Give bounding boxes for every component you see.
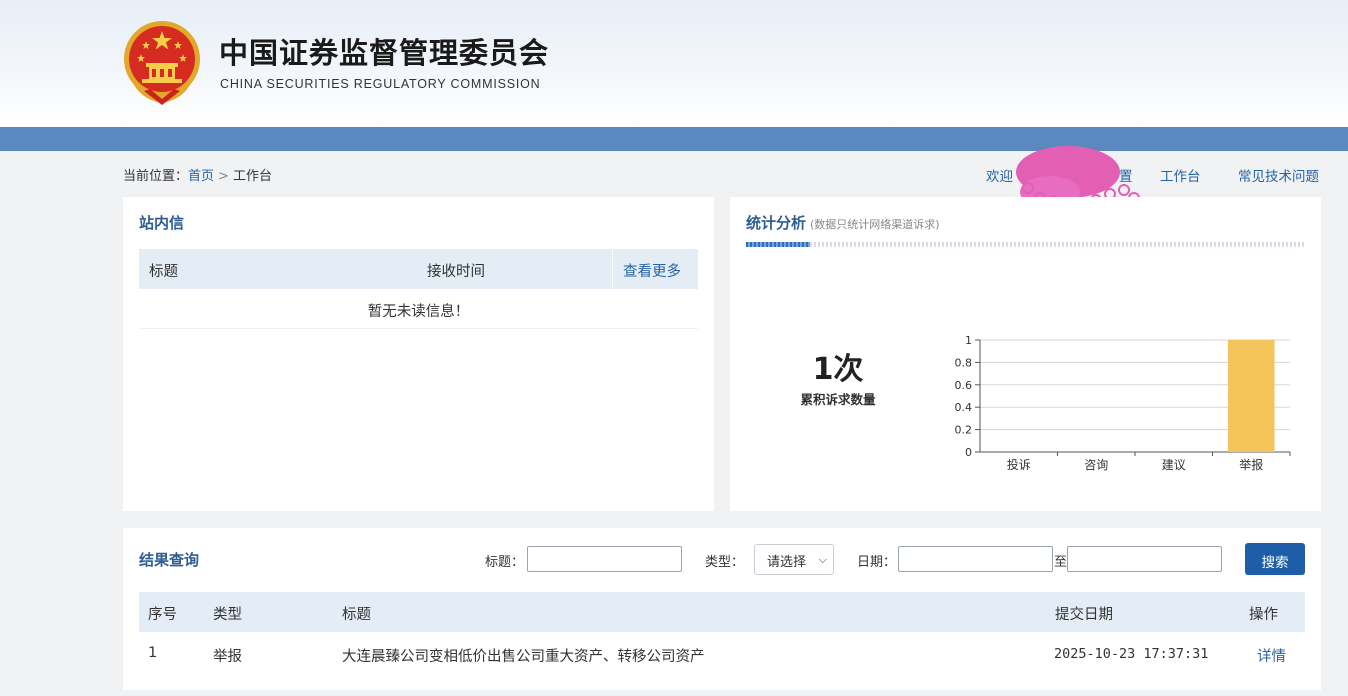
faq-link[interactable]: 常见技术问题 <box>1238 165 1319 185</box>
breadcrumb: 当前位置：首页 > 工作台 <box>123 165 272 184</box>
chart-y-tick-label: 0.4 <box>955 401 973 414</box>
messages-header-divider <box>612 249 613 289</box>
date-to-input[interactable] <box>1067 546 1222 572</box>
breadcrumb-separator: > <box>218 169 229 184</box>
results-title: 结果查询 <box>139 551 200 569</box>
chart-x-label-3: 举报 <box>1239 457 1263 472</box>
type-filter-selected: 请选择 <box>767 555 807 570</box>
date-from-input[interactable] <box>898 546 1053 572</box>
table-row: 1 举报 大连晨臻公司变相低价出售公司重大资产、转移公司资产 2025-10-2… <box>139 632 1305 676</box>
messages-panel <box>123 197 714 511</box>
results-col-date: 提交日期 <box>1055 607 1113 623</box>
messages-empty-state: 暂无未读信息！ <box>139 289 698 329</box>
row-title: 大连晨臻公司变相低价出售公司重大资产、转移公司资产 <box>342 649 705 665</box>
row-details-link[interactable]: 详情 <box>1257 645 1286 666</box>
title-filter-label: 标题： <box>485 555 525 570</box>
site-header: 中国证券监督管理委员会 CHINA SECURITIES REGULATORY … <box>0 0 1348 127</box>
chevron-down-icon: ⌵ <box>818 553 827 566</box>
messages-table-header: 标题 接收时间 查看更多 <box>139 249 698 289</box>
row-index: 1 <box>148 645 158 661</box>
chart-y-tick-label: 1 <box>965 334 972 347</box>
results-col-type: 类型 <box>213 607 242 623</box>
breadcrumb-current: 工作台 <box>232 169 272 184</box>
row-type: 举报 <box>213 649 242 665</box>
row-date: 2025-10-23 17:37:31 <box>1054 646 1209 662</box>
messages-col-title: 标题 <box>149 264 178 280</box>
chart-y-tick-label: 0.6 <box>955 379 973 392</box>
national-emblem-icon <box>124 21 200 105</box>
chart-x-label-1: 咨询 <box>1084 457 1108 472</box>
messages-title: 站内信 <box>139 214 185 232</box>
stats-title-rule <box>746 242 1305 247</box>
breadcrumb-home-link[interactable]: 首页 <box>188 169 214 184</box>
site-title: 中国证券监督管理委员会 <box>219 36 550 70</box>
header-bar <box>0 127 1348 151</box>
requests-bar-chart: 0 0.2 0.4 0.6 0.8 1 投诉 咨询 建议 举报 <box>955 334 1291 472</box>
type-filter-label: 类型： <box>705 555 745 570</box>
search-button[interactable]: 搜索 <box>1245 543 1305 575</box>
type-filter-select[interactable]: 请选择 ⌵ <box>754 544 834 575</box>
chart-bar-3 <box>1228 340 1275 452</box>
stats-title: 统计分析 <box>746 214 807 232</box>
date-filter-label: 日期： <box>857 555 897 570</box>
view-more-link[interactable]: 查看更多 <box>623 260 681 281</box>
results-col-title: 标题 <box>342 607 371 623</box>
stats-title-rule-accent <box>746 242 810 247</box>
total-requests-label: 累积诉求数量 <box>800 392 876 407</box>
chart-y-tick-label: 0.8 <box>955 356 973 369</box>
chart-x-label-2: 建议 <box>1162 458 1186 472</box>
workbench-link[interactable]: 工作台 <box>1160 165 1201 185</box>
results-col-index: 序号 <box>148 607 177 623</box>
total-requests-count: 1次 <box>812 352 864 387</box>
results-col-action: 操作 <box>1249 607 1278 623</box>
site-subtitle: CHINA SECURITIES REGULATORY COMMISSION <box>220 77 541 91</box>
title-filter-input[interactable] <box>527 546 682 572</box>
stats-title-wrap: 统计分析 (数据只统计网络渠道诉求) <box>746 212 940 233</box>
results-table-header: 序号 类型 标题 提交日期 操作 <box>139 592 1305 632</box>
chart-y-tick-label: 0 <box>965 446 972 459</box>
chart-x-label-0: 投诉 <box>1007 457 1031 472</box>
breadcrumb-prefix: 当前位置： <box>123 169 189 184</box>
chart-y-tick-label: 0.2 <box>955 424 973 437</box>
messages-col-received-time: 接收时间 <box>427 264 485 280</box>
stats-note: (数据只统计网络渠道诉求) <box>810 218 940 231</box>
date-range-separator: 至 <box>1054 555 1068 570</box>
